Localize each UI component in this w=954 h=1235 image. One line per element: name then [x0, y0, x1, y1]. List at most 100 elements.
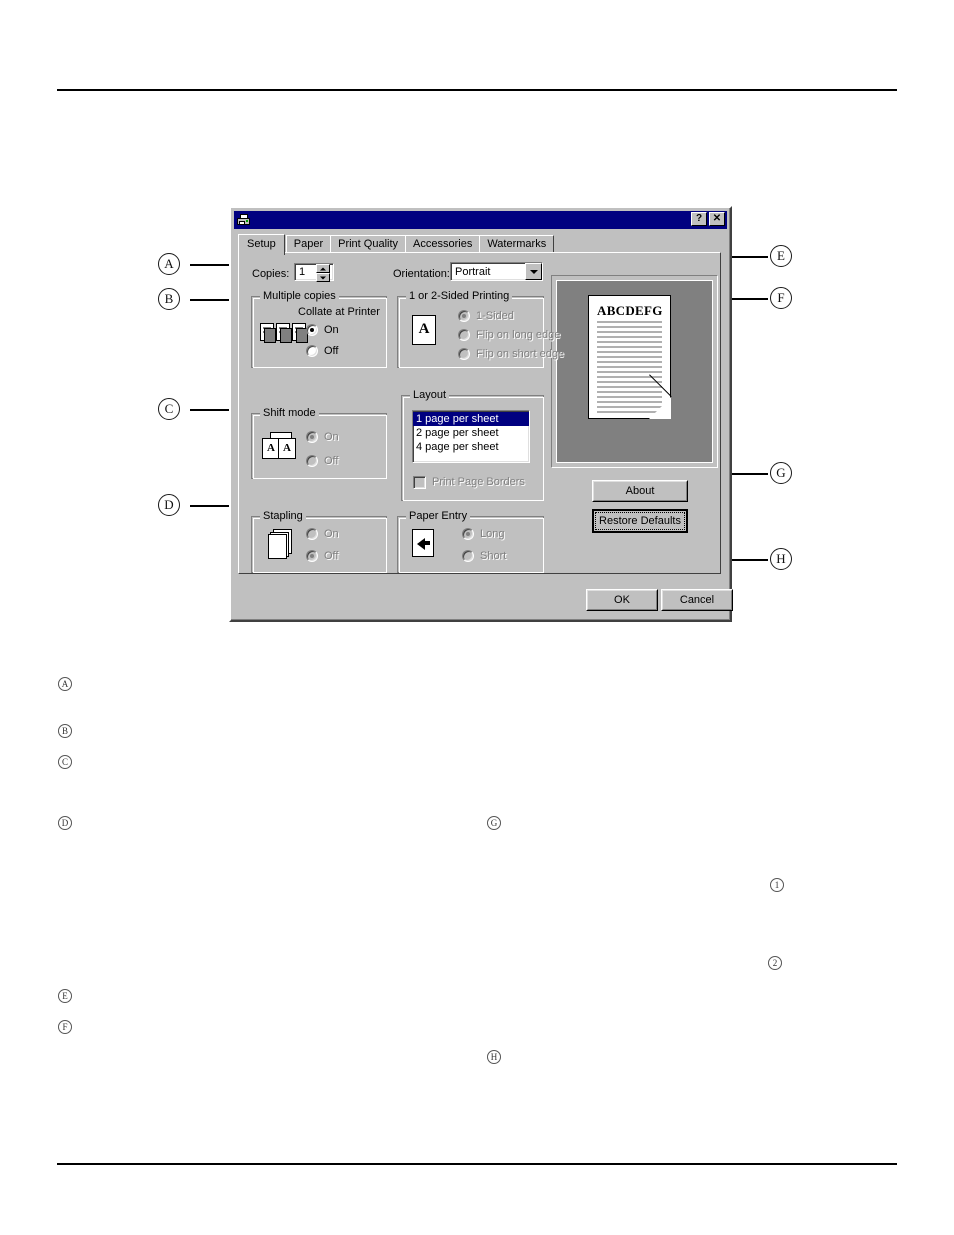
body-marker-1: 1 [770, 878, 784, 892]
stapling-on-label: On [324, 528, 339, 540]
list-item[interactable]: 1 page per sheet [413, 412, 529, 426]
body-marker-c: C [58, 755, 72, 769]
body-marker-g: G [487, 816, 501, 830]
restore-defaults-button[interactable]: Restore Defaults [592, 509, 688, 533]
ok-button[interactable]: OK [586, 589, 658, 611]
orientation-value: Portrait [455, 266, 491, 278]
about-button[interactable]: About [592, 480, 688, 502]
tab-strip: Setup Paper Print Quality Accessories Wa… [238, 234, 555, 255]
copies-stepper[interactable] [316, 264, 330, 282]
list-item[interactable]: 2 page per sheet [413, 426, 529, 440]
body-marker-f: F [58, 1020, 72, 1034]
flip-short-edge-radio[interactable] [458, 348, 470, 360]
layout-listbox[interactable]: 1 page per sheet 2 page per sheet 4 page… [412, 410, 530, 463]
paper-entry-short-label: Short [480, 550, 507, 562]
stapling-off-radio[interactable] [306, 550, 318, 562]
body-marker-h: H [487, 1050, 501, 1064]
multiple-copies-group: Multiple copies Collate at Printer On Of… [251, 290, 387, 368]
callout-h: H [770, 548, 792, 570]
shift-off-radio[interactable] [306, 455, 318, 467]
collate-off-label: Off [324, 345, 339, 357]
collate-pages-icon [260, 321, 308, 347]
print-preview-pane: ABCDEFG [551, 275, 718, 468]
preview-backdrop: ABCDEFG [556, 280, 713, 463]
collate-on-radio[interactable] [306, 324, 318, 336]
body-marker-d: D [58, 816, 72, 830]
collate-at-printer-label: Collate at Printer [298, 306, 380, 318]
paper-entry-group: Paper Entry Long Short [397, 510, 544, 573]
stapled-stack-icon [268, 529, 298, 559]
preview-sheet: ABCDEFG [588, 295, 672, 419]
stapling-on-radio[interactable] [306, 528, 318, 540]
orientation-label: Orientation: [393, 268, 450, 280]
help-button[interactable]: ? [691, 212, 707, 226]
shift-pages-icon: A A [262, 432, 300, 462]
page-letter-a-icon: A [412, 315, 438, 347]
paper-entry-short-radio[interactable] [462, 550, 474, 562]
print-page-borders-label: Print Page Borders [432, 476, 525, 488]
body-marker-e: E [58, 989, 72, 1003]
callout-b: B [158, 288, 180, 310]
stapling-title: Stapling [260, 510, 306, 522]
setup-tab-page: Copies: 1 Orientation: Portrait Multiple… [238, 252, 721, 574]
shift-mode-title: Shift mode [260, 407, 319, 419]
cancel-button[interactable]: Cancel [661, 589, 733, 611]
paper-feed-arrow-icon [412, 529, 438, 559]
tab-print-quality[interactable]: Print Quality [330, 235, 407, 253]
tab-paper[interactable]: Paper [285, 235, 332, 253]
paper-entry-long-label: Long [480, 528, 505, 540]
copies-stepper-down[interactable] [316, 273, 330, 282]
multiple-copies-title: Multiple copies [260, 290, 339, 302]
close-button[interactable]: ✕ [709, 212, 725, 226]
dialog-titlebar[interactable]: ? ✕ [234, 211, 727, 229]
about-button-label: About [625, 485, 655, 497]
page-header-rule [57, 89, 897, 91]
tab-accessories[interactable]: Accessories [405, 235, 481, 253]
flip-short-edge-label: Flip on short edge [476, 348, 565, 360]
cancel-button-label: Cancel [679, 594, 715, 606]
printer-icon [236, 213, 252, 227]
shift-mode-group: Shift mode A A On Off [251, 407, 387, 479]
flip-long-edge-label: Flip on long edge [476, 329, 561, 341]
body-marker-2: 2 [768, 956, 782, 970]
shift-on-label: On [324, 431, 339, 443]
stapling-group: Stapling On Off [251, 510, 387, 573]
print-page-borders-checkbox[interactable] [413, 476, 426, 489]
copies-stepper-up[interactable] [316, 264, 330, 273]
body-marker-b: B [58, 724, 72, 738]
callout-d: D [158, 494, 180, 516]
callout-a: A [158, 253, 180, 275]
tab-setup[interactable]: Setup [238, 234, 285, 255]
paper-entry-long-radio[interactable] [462, 528, 474, 540]
titlebar-buttons: ? ✕ [691, 212, 725, 226]
copies-value: 1 [299, 266, 306, 278]
ok-button-label: OK [614, 594, 630, 606]
copies-label: Copies: [252, 268, 290, 280]
callout-e: E [770, 245, 792, 267]
page-footer-rule [57, 1163, 897, 1165]
body-marker-a: A [58, 677, 72, 691]
tab-watermarks[interactable]: Watermarks [479, 235, 555, 253]
shift-off-label: Off [324, 455, 339, 467]
paper-entry-title: Paper Entry [406, 510, 471, 522]
one-sided-radio[interactable] [458, 310, 470, 322]
flip-long-edge-radio[interactable] [458, 329, 470, 341]
callout-g: G [770, 462, 792, 484]
two-sided-printing-title: 1 or 2-Sided Printing [406, 290, 513, 302]
chevron-down-icon[interactable] [525, 263, 542, 280]
callout-c: C [158, 398, 180, 420]
list-item[interactable]: 4 page per sheet [413, 440, 529, 454]
collate-off-radio[interactable] [306, 345, 318, 357]
stapling-off-label: Off [324, 550, 339, 562]
callout-f: F [770, 287, 792, 309]
shift-on-radio[interactable] [306, 431, 318, 443]
printer-properties-dialog: ? ✕ Setup Paper Print Quality Accessorie… [229, 206, 733, 622]
page-fold-corner-icon [649, 397, 671, 419]
collate-on-label: On [324, 324, 339, 336]
layout-title: Layout [410, 389, 450, 401]
preview-heading: ABCDEFG [597, 303, 663, 318]
two-sided-printing-group: 1 or 2-Sided Printing A 1-Sided Flip on … [397, 290, 564, 368]
one-sided-label: 1-Sided [476, 310, 514, 322]
restore-defaults-button-label: Restore Defaults [599, 515, 681, 527]
layout-group: Layout 1 page per sheet 2 page per sheet… [401, 389, 544, 501]
